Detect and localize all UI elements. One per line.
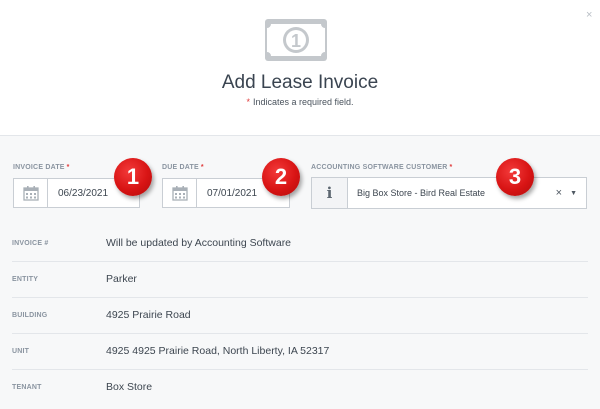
callout-badge-2: 2	[262, 158, 300, 196]
detail-label: UNIT	[12, 348, 30, 355]
close-icon[interactable]: ×	[586, 10, 592, 21]
detail-row-building: BUILDING 4925 Prairie Road	[12, 298, 588, 334]
detail-label: ENTITY	[12, 276, 39, 283]
detail-row-entity: ENTITY Parker	[12, 262, 588, 298]
chevron-down-icon[interactable]: ▼	[570, 190, 577, 197]
dollar-bill-icon: 1	[265, 19, 327, 61]
due-date-label: DUE DATE *	[162, 164, 204, 171]
detail-value: 4925 4925 Prairie Road, North Liberty, I…	[106, 345, 330, 357]
detail-label: BUILDING	[12, 312, 48, 319]
customer-select[interactable]: i Big Box Store - Bird Real Estate × ▼	[311, 177, 587, 209]
calendar-icon	[22, 185, 39, 201]
detail-row-unit: UNIT 4925 4925 Prairie Road, North Liber…	[12, 334, 588, 370]
required-star: *	[449, 164, 453, 171]
invoice-date-calendar-button[interactable]	[14, 179, 48, 207]
invoice-date-label: INVOICE DATE *	[13, 164, 70, 171]
invoice-date-label-text: INVOICE DATE	[13, 164, 65, 171]
detail-value: Parker	[106, 273, 137, 285]
detail-value: Will be updated by Accounting Software	[106, 237, 292, 249]
detail-row-invoice-number: INVOICE # Will be updated by Accounting …	[12, 226, 588, 262]
detail-value: Box Store	[106, 381, 153, 393]
modal-header: × 1 Add Lease Invoice * Indicates a requi…	[0, 0, 600, 136]
customer-label-text: ACCOUNTING SOFTWARE CUSTOMER	[311, 164, 448, 171]
required-star: *	[66, 164, 70, 171]
required-field-note: * Indicates a required field.	[0, 97, 600, 107]
svg-text:1: 1	[291, 31, 301, 51]
callout-badge-1: 1	[114, 158, 152, 196]
due-date-label-text: DUE DATE	[162, 164, 199, 171]
invoice-date-value: 06/23/2021	[58, 187, 109, 199]
modal-title: Add Lease Invoice	[221, 72, 379, 93]
detail-label: INVOICE #	[12, 240, 49, 247]
callout-badge-3: 3	[496, 158, 534, 196]
required-star: *	[246, 97, 250, 107]
calendar-icon	[171, 185, 188, 201]
required-star: *	[200, 164, 204, 171]
detail-value: 4925 Prairie Road	[106, 309, 191, 321]
due-date-calendar-button[interactable]	[163, 179, 197, 207]
required-note-text: Indicates a required field.	[252, 97, 354, 107]
detail-row-tenant: TENANT Box Store	[12, 370, 588, 406]
info-icon: i	[312, 178, 348, 208]
due-date-value: 07/01/2021	[207, 187, 258, 199]
customer-label: ACCOUNTING SOFTWARE CUSTOMER *	[311, 164, 452, 171]
detail-label: TENANT	[12, 384, 42, 391]
clear-selection-icon[interactable]: ×	[556, 187, 562, 199]
